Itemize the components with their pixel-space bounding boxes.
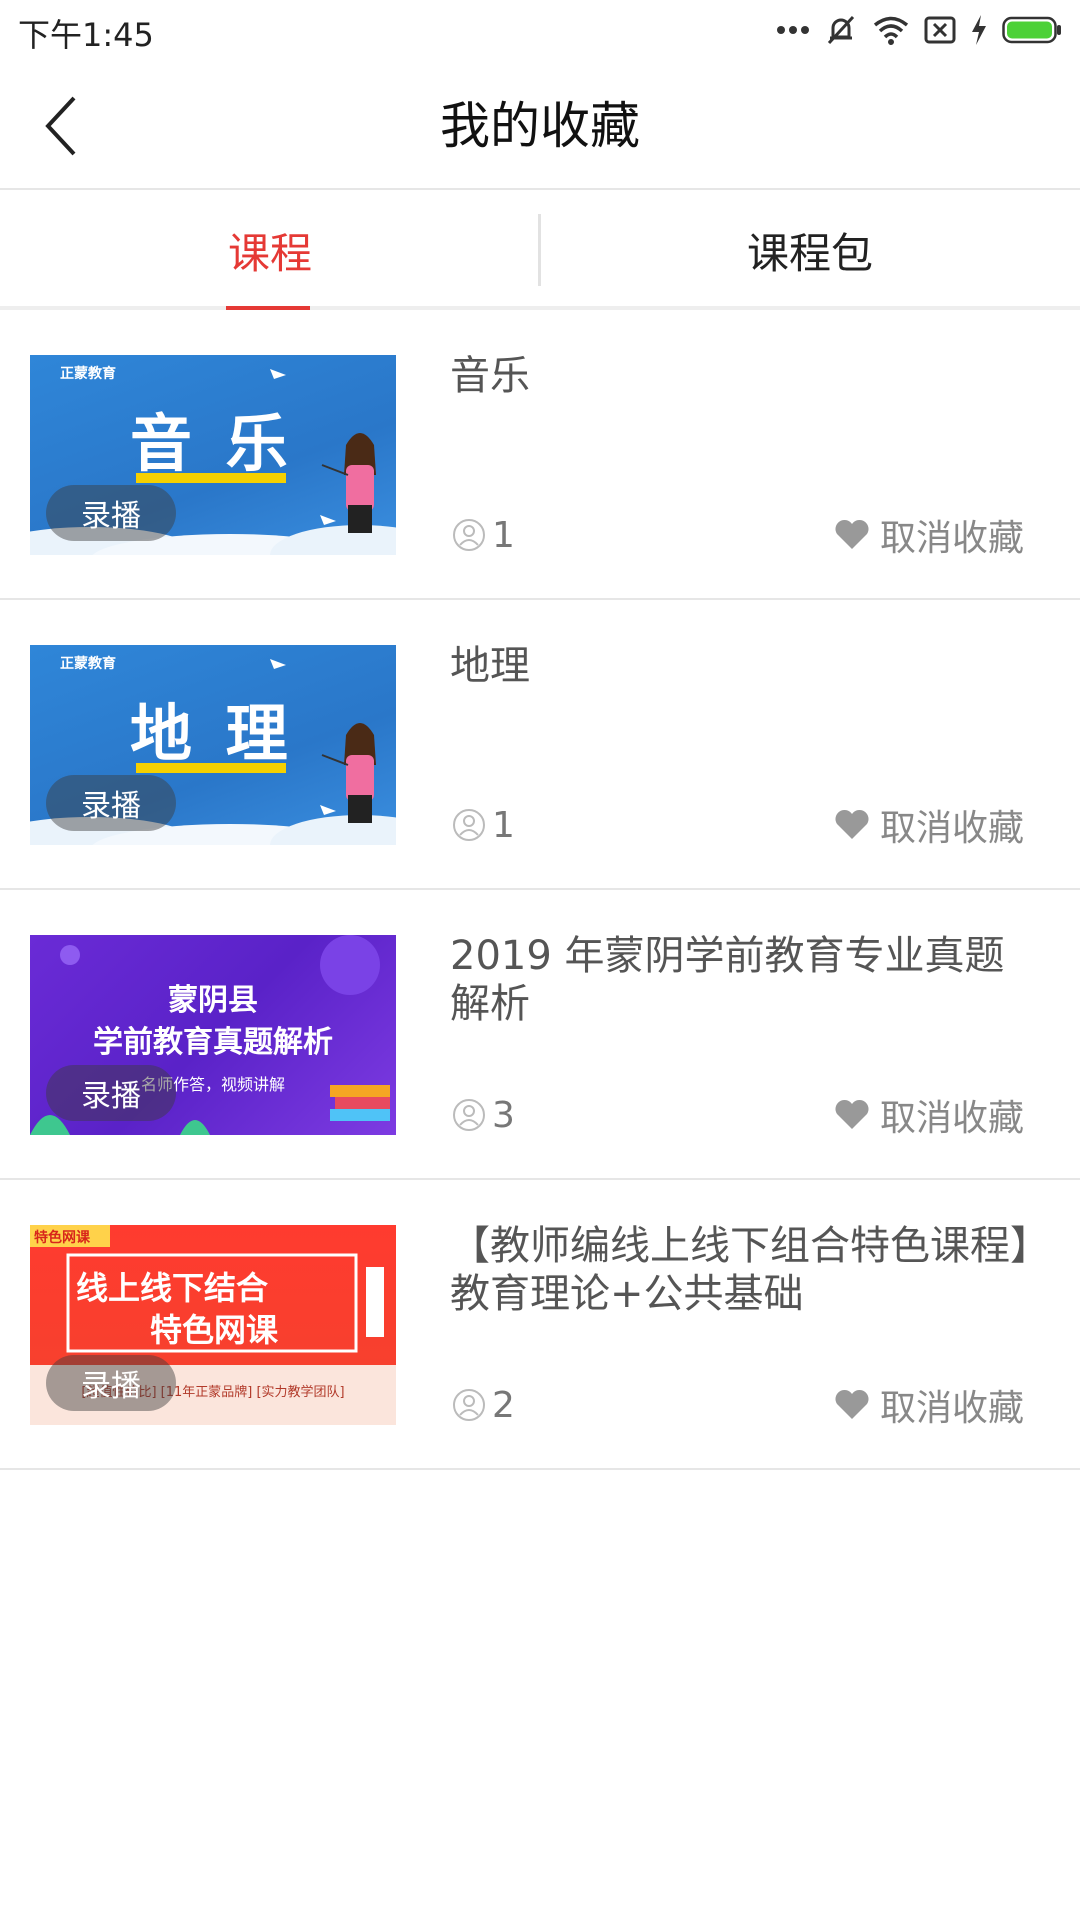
thumbnail-logo: 正蒙教育 [60, 656, 116, 672]
recorded-badge: 录播 [46, 1355, 176, 1411]
unfavorite-label: 取消收藏 [879, 1098, 1024, 1139]
heart-icon [835, 1099, 869, 1129]
course-meta: 1 取消收藏 [452, 800, 1042, 850]
recorded-badge: 录播 [46, 1065, 176, 1121]
user-icon [453, 1099, 485, 1131]
status-time: 下午1:45 [18, 16, 154, 54]
recorded-badge: 录播 [46, 775, 176, 831]
course-title[interactable]: 音乐 [450, 352, 1040, 400]
tab-courses[interactable]: 课程 [0, 190, 540, 310]
user-icon [453, 1389, 485, 1421]
status-bar: 下午1:45 [0, 0, 1080, 62]
course-thumbnail[interactable]: 正蒙教育 地 理 录播 [30, 645, 396, 845]
list-item[interactable]: 特色网课 线上线下结合 特色网课 [超值性价比] [11年正蒙品牌] [实力教学… [0, 1180, 1080, 1470]
unfavorite-button[interactable]: 取消收藏 [834, 800, 1024, 850]
unfavorite-label: 取消收藏 [879, 518, 1024, 559]
thumbnail-heading-line2: 学前教育真题解析 [93, 1025, 333, 1060]
student-count: 3 [452, 1090, 515, 1140]
student-count-value: 1 [492, 804, 515, 846]
tab-bar: 课程 课程包 [0, 190, 1080, 310]
more-dots-icon [777, 26, 809, 34]
course-list: 正蒙教育 音 乐 录播 音乐 1 取消收藏 正蒙教育 地 理 录播 地理 1 取… [0, 310, 1080, 1470]
course-meta: 1 取消收藏 [452, 510, 1042, 560]
charging-icon [972, 15, 986, 45]
course-title[interactable]: 2019 年蒙阴学前教育专业真题解析 [450, 932, 1040, 1028]
mute-bell-icon [827, 15, 855, 45]
thumbnail-heading: 音 乐 [130, 407, 294, 480]
student-count-value: 2 [492, 1384, 515, 1426]
heart-icon [835, 809, 869, 839]
wifi-icon [873, 16, 909, 45]
course-thumbnail[interactable]: 正蒙教育 音 乐 录播 [30, 355, 396, 555]
student-count-value: 3 [492, 1094, 515, 1136]
unfavorite-button[interactable]: 取消收藏 [834, 1380, 1024, 1430]
unfavorite-button[interactable]: 取消收藏 [834, 510, 1024, 560]
thumbnail-heading: 地 理 [130, 697, 294, 770]
unfavorite-label: 取消收藏 [879, 1388, 1024, 1429]
thumbnail-heading-line1: 蒙阴县 [168, 983, 258, 1018]
thumbnail-heading-line1: 线上线下结合 [76, 1269, 269, 1307]
student-count: 2 [452, 1380, 515, 1430]
user-icon [453, 809, 485, 841]
unfavorite-label: 取消收藏 [879, 808, 1024, 849]
app-header: 我的收藏 [0, 62, 1080, 190]
user-icon [453, 519, 485, 551]
course-thumbnail[interactable]: 特色网课 线上线下结合 特色网课 [超值性价比] [11年正蒙品牌] [实力教学… [30, 1225, 396, 1425]
student-count-value: 1 [492, 514, 515, 556]
no-sim-icon [924, 16, 956, 44]
course-title[interactable]: 【教师编线上线下组合特色课程】教育理论+公共基础 [450, 1222, 1040, 1318]
list-item[interactable]: 正蒙教育 音 乐 录播 音乐 1 取消收藏 [0, 310, 1080, 600]
course-meta: 3 取消收藏 [452, 1090, 1042, 1140]
course-thumbnail[interactable]: 蒙阴县 学前教育真题解析 名师作答，视频讲解 录播 [30, 935, 396, 1135]
thumbnail-heading-line2: 特色网课 [150, 1311, 279, 1349]
battery-icon [1002, 16, 1061, 44]
student-count: 1 [452, 800, 515, 850]
tab-course-packages[interactable]: 课程包 [540, 190, 1080, 310]
course-title[interactable]: 地理 [450, 642, 1040, 690]
page-title: 我的收藏 [440, 97, 640, 155]
course-meta: 2 取消收藏 [452, 1380, 1042, 1430]
heart-icon [835, 1389, 869, 1419]
heart-icon [835, 519, 869, 549]
unfavorite-button[interactable]: 取消收藏 [834, 1090, 1024, 1140]
list-item[interactable]: 正蒙教育 地 理 录播 地理 1 取消收藏 [0, 600, 1080, 890]
student-count: 1 [452, 510, 515, 560]
recorded-badge: 录播 [46, 485, 176, 541]
thumbnail-logo: 正蒙教育 [60, 366, 116, 382]
status-icons [776, 10, 1062, 50]
thumbnail-tag: 特色网课 [34, 1230, 90, 1246]
list-item[interactable]: 蒙阴县 学前教育真题解析 名师作答，视频讲解 录播 2019 年蒙阴学前教育专业… [0, 890, 1080, 1180]
